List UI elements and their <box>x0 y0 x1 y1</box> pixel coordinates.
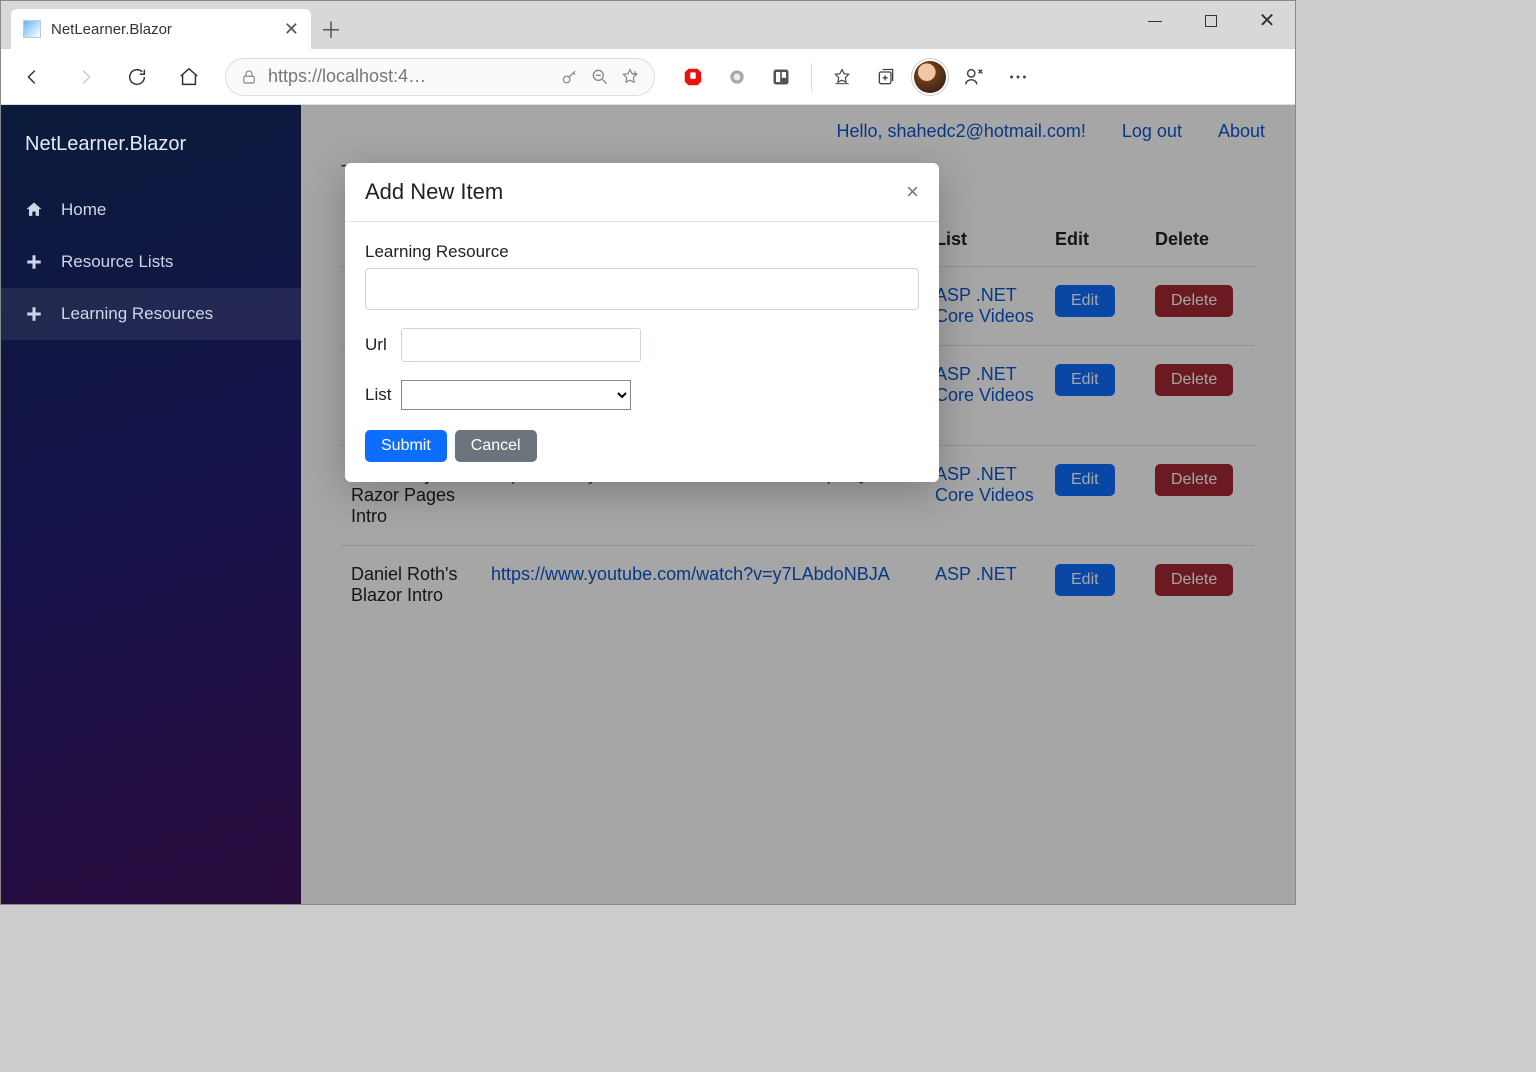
sidebar-item-resource-lists[interactable]: Resource Lists <box>1 236 301 288</box>
close-window-button[interactable]: ✕ <box>1239 1 1295 41</box>
sidebar-item-label: Home <box>61 200 106 220</box>
sidebar-item-learning-resources[interactable]: Learning Resources <box>1 288 301 340</box>
home-button[interactable] <box>167 55 211 99</box>
favorites-list-icon[interactable] <box>822 55 862 99</box>
key-icon[interactable] <box>560 67 580 87</box>
input-learning-resource[interactable] <box>365 268 919 310</box>
sidebar-item-label: Learning Resources <box>61 304 213 324</box>
plus-icon <box>23 253 45 271</box>
favorite-icon[interactable] <box>620 67 640 87</box>
modal-title: Add New Item <box>365 179 503 205</box>
tab-favicon <box>23 20 41 38</box>
sidebar-item-label: Resource Lists <box>61 252 173 272</box>
tab-title: NetLearner.Blazor <box>51 21 274 38</box>
tab-close-icon[interactable]: ✕ <box>284 20 299 38</box>
add-item-modal: Add New Item × Learning Resource Url <box>345 163 939 482</box>
back-button[interactable] <box>11 55 55 99</box>
zoom-out-icon[interactable] <box>590 67 610 87</box>
more-menu-icon[interactable] <box>998 55 1038 99</box>
adblock-icon[interactable] <box>673 55 713 99</box>
minimize-button[interactable] <box>1127 1 1183 41</box>
sidebar: NetLearner.Blazor Home Resource Lists Le… <box>1 105 301 904</box>
collections-icon[interactable] <box>866 55 906 99</box>
maximize-button[interactable] <box>1183 1 1239 41</box>
modal-close-button[interactable]: × <box>906 181 919 203</box>
feedback-icon[interactable] <box>954 55 994 99</box>
label-url: Url <box>365 335 391 355</box>
new-tab-button[interactable]: ＋ <box>311 9 351 49</box>
brand-text: NetLearner.Blazor <box>1 119 301 184</box>
url-text: https://localhost:4… <box>268 66 550 87</box>
browser-window: NetLearner.Blazor ✕ ＋ ✕ https://localhos… <box>0 0 1296 905</box>
select-list[interactable] <box>401 380 631 410</box>
home-icon <box>23 200 45 220</box>
input-url[interactable] <box>401 328 641 362</box>
forward-button[interactable] <box>63 55 107 99</box>
label-learning-resource: Learning Resource <box>365 242 919 262</box>
lock-icon <box>240 68 258 86</box>
app-viewport: NetLearner.Blazor Home Resource Lists Le… <box>1 105 1295 904</box>
plus-icon <box>23 305 45 323</box>
extension-icons <box>673 55 1038 99</box>
ext-circle-icon[interactable] <box>717 55 757 99</box>
titlebar: NetLearner.Blazor ✕ ＋ ✕ <box>1 1 1295 49</box>
label-list: List <box>365 385 391 405</box>
modal-backdrop[interactable]: Add New Item × Learning Resource Url <box>301 105 1295 904</box>
refresh-button[interactable] <box>115 55 159 99</box>
window-controls: ✕ <box>1127 1 1295 49</box>
cancel-button[interactable]: Cancel <box>455 430 537 462</box>
browser-tab[interactable]: NetLearner.Blazor ✕ <box>11 9 311 49</box>
sidebar-item-home[interactable]: Home <box>1 184 301 236</box>
ext-trello-icon[interactable] <box>761 55 801 99</box>
main-content: Hello, shahedc2@hotmail.com! Log out Abo… <box>301 105 1295 904</box>
address-bar[interactable]: https://localhost:4… <box>225 58 655 96</box>
profile-avatar[interactable] <box>910 55 950 99</box>
browser-toolbar: https://localhost:4… <box>1 49 1295 105</box>
submit-button[interactable]: Submit <box>365 430 447 462</box>
